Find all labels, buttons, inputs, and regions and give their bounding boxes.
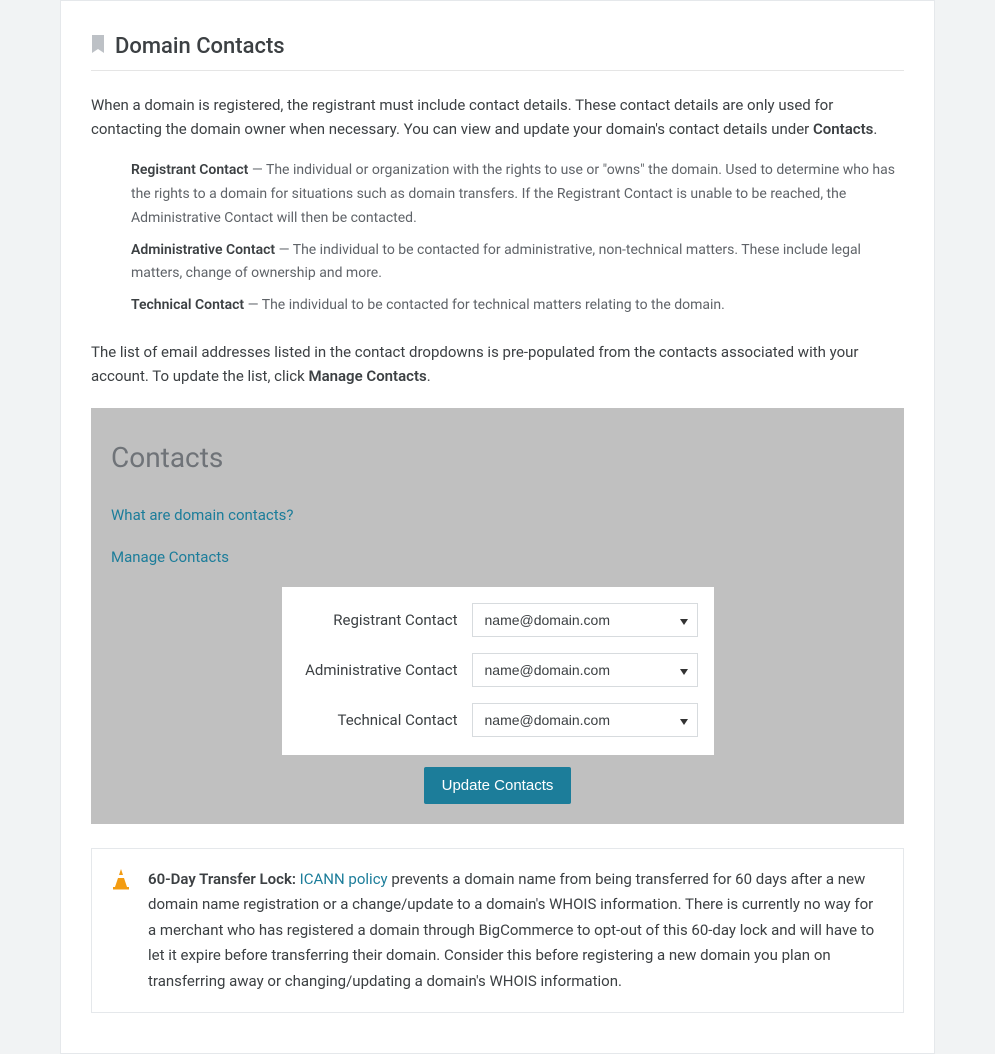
intro-bold: Contacts [813,120,873,138]
intro-suffix: . [873,120,877,138]
administrative-select[interactable]: name@domain.com [472,653,698,687]
note-bold: Manage Contacts [308,367,426,385]
bookmark-icon [91,29,105,64]
registrant-row: Registrant Contact name@domain.com [298,603,698,637]
definition-item: Registrant Contact — The individual or o… [131,159,904,230]
callout-body: 60-Day Transfer Lock: ICANN policy preve… [148,867,885,995]
technical-label: Technical Contact [298,708,458,732]
content-card: Domain Contacts When a domain is registe… [60,0,935,1054]
section-header: Domain Contacts [91,29,904,64]
contacts-panel: Contacts What are domain contacts? Manag… [91,408,904,824]
cone-icon [110,867,132,995]
definition-label: Administrative Contact [131,242,275,258]
administrative-label: Administrative Contact [298,658,458,682]
technical-row: Technical Contact name@domain.com [298,703,698,737]
divider [91,70,904,71]
technical-select[interactable]: name@domain.com [472,703,698,737]
panel-title: Contacts [111,436,884,481]
contacts-form: Registrant Contact name@domain.com Admin… [282,587,714,755]
transfer-lock-callout: 60-Day Transfer Lock: ICANN policy preve… [91,848,904,1014]
registrant-label: Registrant Contact [298,608,458,632]
manage-contacts-link[interactable]: Manage Contacts [111,545,884,569]
definitions-list: Registrant Contact — The individual or o… [131,159,904,318]
update-contacts-button[interactable]: Update Contacts [424,767,572,804]
intro-text: When a domain is registered, the registr… [91,96,833,138]
what-are-contacts-link[interactable]: What are domain contacts? [111,503,884,527]
definition-item: Technical Contact — The individual to be… [131,294,904,318]
definition-item: Administrative Contact — The individual … [131,239,904,287]
note-suffix: . [427,367,431,385]
section-title: Domain Contacts [115,29,285,64]
intro-paragraph: When a domain is registered, the registr… [91,93,904,141]
callout-prefix: 60-Day Transfer Lock: [148,870,300,888]
registrant-select[interactable]: name@domain.com [472,603,698,637]
administrative-value: name@domain.com [485,662,611,678]
note-paragraph: The list of email addresses listed in th… [91,340,904,388]
definition-label: Registrant Contact [131,162,248,178]
registrant-value: name@domain.com [485,612,611,628]
definition-label: Technical Contact [131,297,244,313]
icann-policy-link[interactable]: ICANN policy [300,870,388,888]
note-text: The list of email addresses listed in th… [91,343,859,385]
administrative-row: Administrative Contact name@domain.com [298,653,698,687]
definition-text: — The individual to be contacted for tec… [244,297,725,313]
technical-value: name@domain.com [485,712,611,728]
